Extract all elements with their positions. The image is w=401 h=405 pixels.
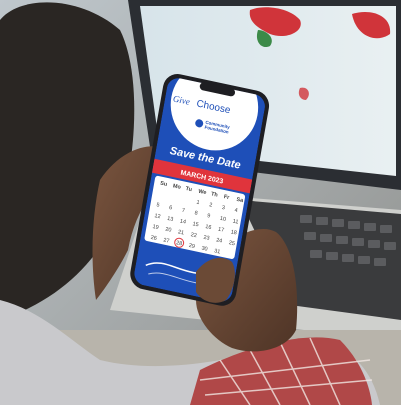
calendar-day[interactable]: 18 — [230, 229, 237, 236]
calendar-day[interactable]: 24 — [216, 237, 223, 244]
calendar-day[interactable]: 11 — [232, 218, 239, 225]
weekday-header: Tu — [185, 186, 192, 193]
calendar-day[interactable]: 17 — [218, 227, 225, 234]
calendar-day[interactable]: 16 — [205, 224, 212, 231]
calendar-day[interactable]: 14 — [179, 218, 186, 225]
calendar-day[interactable]: 23 — [203, 235, 210, 242]
calendar-day[interactable]: 30 — [201, 246, 208, 253]
calendar-day[interactable]: 19 — [152, 224, 159, 231]
calendar-day[interactable]: 15 — [192, 221, 199, 228]
calendar-day[interactable]: 27 — [163, 237, 170, 244]
calendar-day[interactable]: 13 — [167, 216, 174, 223]
calendar-day[interactable]: 10 — [219, 216, 226, 223]
calendar-day[interactable]: 20 — [165, 227, 172, 234]
calendar-day[interactable]: 26 — [150, 235, 157, 242]
calendar-day[interactable]: 21 — [177, 229, 184, 236]
calendar-day[interactable]: 31 — [214, 248, 221, 255]
calendar-day[interactable]: 29 — [188, 243, 195, 250]
calendar-day[interactable]: 28 — [176, 240, 183, 247]
calendar-day[interactable]: 12 — [154, 213, 161, 220]
calendar-day[interactable]: 22 — [190, 232, 197, 239]
photo-scene: Give Choose Community Foundation Save th… — [0, 0, 401, 405]
calendar-day[interactable]: 25 — [228, 240, 235, 247]
